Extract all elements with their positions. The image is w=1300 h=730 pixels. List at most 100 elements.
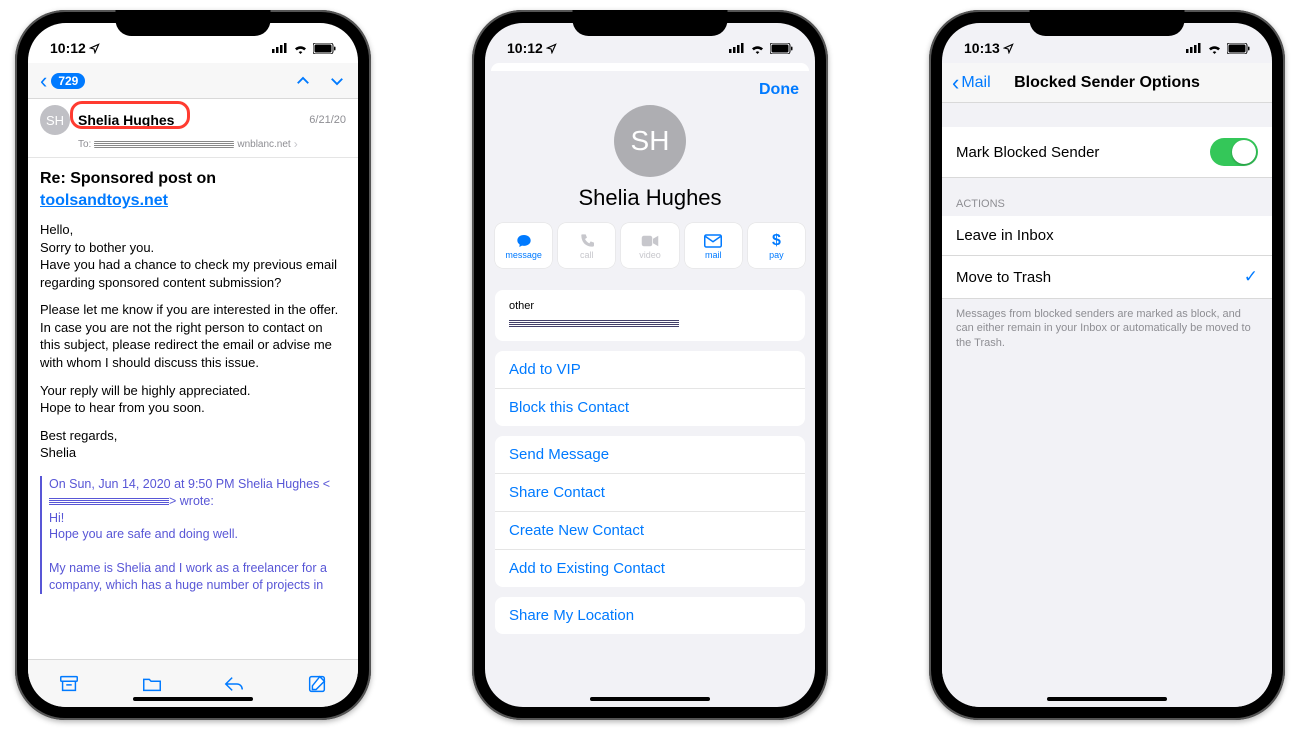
phone-mail-message: 10:12 ‹ 729 SH Shelia Hughes <box>15 10 371 720</box>
add-to-vip-cell[interactable]: Add to VIP <box>495 351 805 389</box>
contact-name: Shelia Hughes <box>485 185 815 211</box>
home-indicator[interactable] <box>133 697 253 701</box>
cell-label: Move to Trash <box>956 269 1051 286</box>
video-button: video <box>621 223 678 268</box>
archive-icon[interactable] <box>58 673 80 695</box>
mark-blocked-cell[interactable]: Mark Blocked Sender <box>942 127 1272 178</box>
wifi-icon <box>1207 43 1222 54</box>
next-message-icon[interactable] <box>328 72 346 90</box>
compose-icon[interactable] <box>306 673 328 695</box>
settings-title: Blocked Sender Options <box>942 74 1272 92</box>
back-chevron-icon[interactable]: ‹ <box>40 70 47 92</box>
sender-name[interactable]: Shelia Hughes <box>78 112 174 128</box>
action-label: video <box>639 250 661 260</box>
back-chevron-icon: ‹ <box>952 72 959 94</box>
email-cell-group: other <box>495 290 805 341</box>
quote-header-2: > wrote: <box>169 494 214 508</box>
mail-icon <box>704 232 722 250</box>
notch <box>116 10 271 36</box>
body-p3: Your reply will be highly appreciated. H… <box>40 382 346 417</box>
folder-icon[interactable] <box>141 673 163 695</box>
message-button[interactable]: message <box>495 223 552 268</box>
share-location-cell[interactable]: Share My Location <box>495 597 805 634</box>
unread-badge[interactable]: 729 <box>51 73 85 89</box>
actions-header: ACTIONS <box>942 178 1272 216</box>
mark-blocked-toggle[interactable] <box>1210 138 1258 166</box>
battery-icon <box>1227 43 1250 54</box>
home-indicator[interactable] <box>1047 697 1167 701</box>
battery-icon <box>313 43 336 54</box>
status-time: 10:12 <box>50 40 86 56</box>
redacted-email <box>49 498 169 505</box>
mail-nav-bar: ‹ 729 <box>28 63 358 99</box>
add-existing-cell[interactable]: Add to Existing Contact <box>495 550 805 587</box>
cell-label: Leave in Inbox <box>956 227 1054 244</box>
subject-link[interactable]: toolsandtoys.net <box>40 192 168 209</box>
to-domain-fragment: wnblanc.net <box>237 139 290 150</box>
phone-icon <box>579 232 595 250</box>
location-icon <box>546 43 557 54</box>
action-label: call <box>580 250 594 260</box>
status-time: 10:12 <box>507 40 543 56</box>
cell-label: Mark Blocked Sender <box>956 144 1099 161</box>
mail-button[interactable]: mail <box>685 223 742 268</box>
contact-header: SH Shelia Hughes <box>485 99 815 223</box>
action-label: message <box>505 250 542 260</box>
back-label: Mail <box>961 74 990 92</box>
pay-button[interactable]: $ pay <box>748 223 805 268</box>
send-message-cell[interactable]: Send Message <box>495 436 805 474</box>
body-p1: Hello, Sorry to bother you. Have you had… <box>40 221 346 291</box>
message-date: 6/21/20 <box>309 114 346 126</box>
wifi-icon <box>750 43 765 54</box>
home-indicator[interactable] <box>590 697 710 701</box>
to-row[interactable]: To: wnblanc.net › <box>40 135 346 157</box>
call-button: call <box>558 223 615 268</box>
action-label: pay <box>769 250 784 260</box>
message-icon <box>515 232 533 250</box>
sheet-peek <box>491 63 809 71</box>
cellular-icon <box>1186 43 1202 53</box>
action-label: mail <box>705 250 722 260</box>
notch <box>573 10 728 36</box>
field-label: other <box>509 300 791 312</box>
back-button[interactable]: ‹ Mail <box>952 72 991 94</box>
location-icon <box>1003 43 1014 54</box>
contact-avatar: SH <box>614 105 686 177</box>
dollar-icon: $ <box>772 232 781 250</box>
phone-settings-blocked: 10:13 ‹ Mail Blocked Sender Options Mark… <box>929 10 1285 720</box>
location-icon <box>89 43 100 54</box>
cellular-icon <box>272 43 288 53</box>
redacted-recipient <box>94 141 234 148</box>
block-contact-cell[interactable]: Block this Contact <box>495 389 805 426</box>
prev-message-icon[interactable] <box>294 72 312 90</box>
status-time: 10:13 <box>964 40 1000 56</box>
body-p2: Please let me know if you are interested… <box>40 301 346 371</box>
quote-line-3: My name is Shelia and I work as a freela… <box>49 561 327 592</box>
redacted-email-value <box>509 319 679 327</box>
quoted-message: On Sun, Jun 14, 2020 at 9:50 PM Shelia H… <box>40 476 346 594</box>
sheet-header: Done <box>485 71 815 99</box>
battery-icon <box>770 43 793 54</box>
settings-body[interactable]: Mark Blocked Sender ACTIONS Leave in Inb… <box>942 103 1272 707</box>
body-p4: Best regards, Shelia <box>40 427 346 462</box>
quote-line-1: Hi! <box>49 511 64 525</box>
create-contact-cell[interactable]: Create New Contact <box>495 512 805 550</box>
chevron-right-icon: › <box>294 137 298 151</box>
checkmark-icon: ✓ <box>1244 267 1258 287</box>
reply-icon[interactable] <box>223 673 245 695</box>
done-button[interactable]: Done <box>759 81 799 99</box>
contact-action-row: message call video mail $ <box>485 223 815 280</box>
wifi-icon <box>293 43 308 54</box>
share-contact-cell[interactable]: Share Contact <box>495 474 805 512</box>
notch <box>1030 10 1185 36</box>
move-trash-cell[interactable]: Move to Trash ✓ <box>942 256 1272 299</box>
leave-inbox-cell[interactable]: Leave in Inbox <box>942 216 1272 256</box>
other-email-cell[interactable]: other <box>495 290 805 341</box>
mail-body[interactable]: Re: Sponsored post on toolsandtoys.net H… <box>28 158 358 659</box>
quote-line-2: Hope you are safe and doing well. <box>49 527 238 541</box>
settings-footer: Messages from blocked senders are marked… <box>942 299 1272 358</box>
cellular-icon <box>729 43 745 53</box>
sender-avatar[interactable]: SH <box>40 105 70 135</box>
vip-block-group: Add to VIP Block this Contact <box>495 351 805 426</box>
phone-contact-card: 10:12 Done SH Shelia Hughes message <box>472 10 828 720</box>
